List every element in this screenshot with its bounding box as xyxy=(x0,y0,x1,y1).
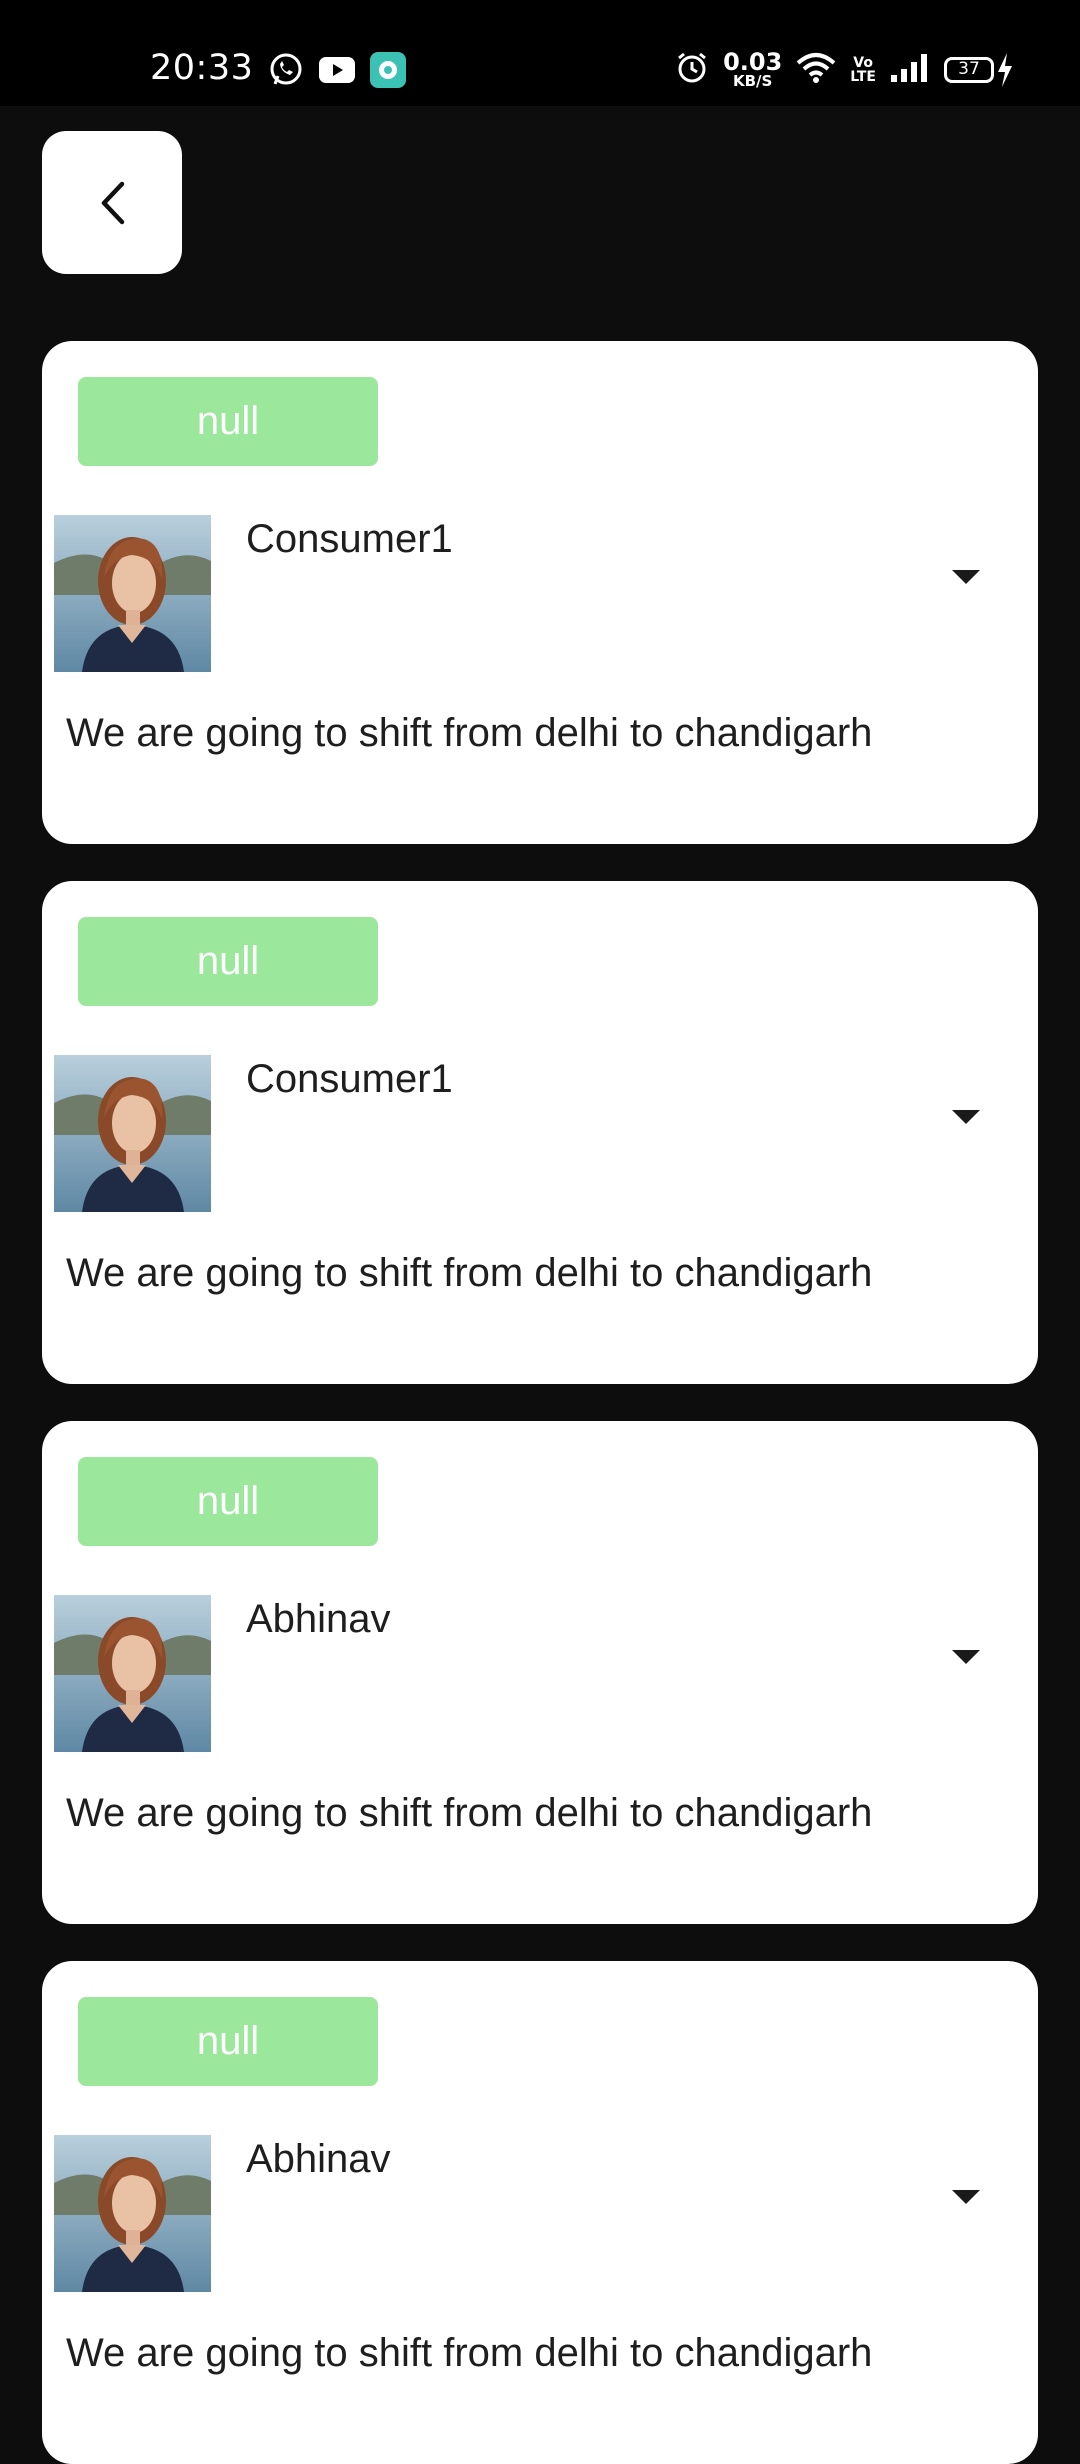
youtube-icon xyxy=(318,55,356,89)
net-speed: 0.03 KB/S xyxy=(723,50,782,89)
battery-icon: 37 xyxy=(944,52,1014,88)
alarm-icon xyxy=(675,51,709,89)
user-name: Consumer1 xyxy=(246,1057,453,1101)
net-speed-unit: KB/S xyxy=(733,72,773,90)
dropdown-arrow-icon xyxy=(952,1650,980,1664)
post-card: null Abhinav We are going to shift from xyxy=(42,1961,1038,2464)
post-message: We are going to shift from delhi to chan… xyxy=(66,1251,873,1295)
status-bar: 20:33 0.03 KB/S Vo LTE 37 xyxy=(0,0,1080,106)
avatar xyxy=(54,1055,211,1212)
volte-top: Vo xyxy=(853,54,873,71)
dropdown-button[interactable] xyxy=(950,1647,982,1667)
notification-icons xyxy=(268,52,406,92)
system-icons: 0.03 KB/S Vo LTE 37 xyxy=(675,50,1014,89)
dropdown-button[interactable] xyxy=(950,1107,982,1127)
status-badge: null xyxy=(78,1457,378,1546)
chevron-left-icon xyxy=(101,181,125,224)
net-speed-value: 0.03 xyxy=(723,48,783,76)
user-name: Abhinav xyxy=(246,1597,391,1641)
status-badge: null xyxy=(78,1997,378,2086)
dropdown-button[interactable] xyxy=(950,567,982,587)
post-card: null Abhinav We are going to shift from xyxy=(42,1421,1038,1924)
user-name: Abhinav xyxy=(246,2137,391,2181)
dropdown-arrow-icon xyxy=(952,570,980,584)
back-button[interactable] xyxy=(42,131,182,274)
wifi-icon xyxy=(796,52,836,88)
dropdown-arrow-icon xyxy=(952,1110,980,1124)
status-badge: null xyxy=(78,377,378,466)
charging-bolt-icon xyxy=(998,52,1012,87)
whatsapp-icon xyxy=(268,52,304,92)
battery-level: 37 xyxy=(944,56,994,83)
post-message: We are going to shift from delhi to chan… xyxy=(66,1791,873,1835)
status-badge: null xyxy=(78,917,378,1006)
user-name: Consumer1 xyxy=(246,517,453,561)
dropdown-button[interactable] xyxy=(950,2187,982,2207)
dropdown-arrow-icon xyxy=(952,2190,980,2204)
avatar xyxy=(54,1595,211,1752)
avatar xyxy=(54,515,211,672)
post-message: We are going to shift from delhi to chan… xyxy=(66,2331,873,2375)
post-card: null Consumer1 We are going to shift fro xyxy=(42,881,1038,1384)
status-time: 20:33 xyxy=(150,48,254,88)
post-card: null Consumer1 We are going to shift fro xyxy=(42,341,1038,844)
signal-icon xyxy=(890,53,930,87)
chat-app-icon xyxy=(370,52,406,92)
post-message: We are going to shift from delhi to chan… xyxy=(66,711,873,755)
volte-bottom: LTE xyxy=(850,68,876,85)
avatar xyxy=(54,2135,211,2292)
volte-indicator: Vo LTE xyxy=(850,56,876,84)
